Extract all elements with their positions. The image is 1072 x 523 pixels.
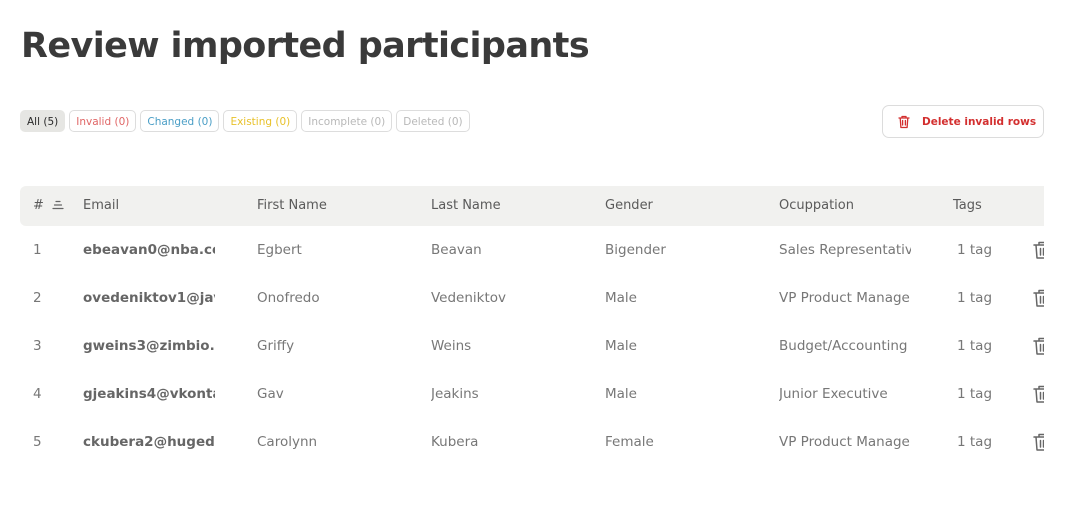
row-tags[interactable]: 1 tag (957, 274, 1017, 322)
table-row: 1 ebeavan0@nba.com Egbert Beavan Bigende… (20, 226, 1044, 274)
filter-invalid[interactable]: Invalid (0) (69, 110, 137, 132)
table-row: 5 ckubera2@hugedom Carolynn Kubera Femal… (20, 418, 1044, 466)
row-last-name[interactable]: Vedeniktov (431, 274, 571, 322)
row-occupation[interactable]: Junior Executive (779, 370, 911, 418)
column-header-number-label: # (33, 198, 44, 213)
row-last-name[interactable]: Beavan (431, 226, 571, 274)
row-number: 2 (33, 290, 42, 306)
row-occupation[interactable]: VP Product Managem (779, 274, 911, 322)
participants-table: # Email First Name Last Name Gender Ocup… (20, 186, 1044, 476)
row-occupation[interactable]: Sales Representative (779, 226, 911, 274)
trash-icon (898, 115, 910, 128)
column-header-last-name[interactable]: Last Name (431, 186, 571, 226)
row-number: 1 (33, 242, 42, 258)
row-tags[interactable]: 1 tag (957, 418, 1017, 466)
row-gender[interactable]: Male (605, 322, 745, 370)
column-header-tags[interactable]: Tags (953, 186, 1013, 226)
row-gender[interactable]: Male (605, 274, 745, 322)
row-tags[interactable]: 1 tag (957, 226, 1017, 274)
row-number: 5 (33, 434, 42, 450)
table-row: 3 gweins3@zimbio.co Griffy Weins Male Bu… (20, 322, 1044, 370)
delete-invalid-rows-button[interactable]: Delete invalid rows (882, 105, 1044, 138)
column-header-gender[interactable]: Gender (605, 186, 745, 226)
filter-bar: All (5) Invalid (0) Changed (0) Existing… (20, 110, 470, 132)
column-header-email[interactable]: Email (83, 186, 215, 226)
row-first-name[interactable]: Egbert (257, 226, 397, 274)
row-gender[interactable]: Male (605, 370, 745, 418)
row-tags[interactable]: 1 tag (957, 370, 1017, 418)
column-header-occupation[interactable]: Ocuppation (779, 186, 911, 226)
filter-all[interactable]: All (5) (20, 110, 66, 132)
delete-row-trash-icon[interactable] (1032, 240, 1044, 260)
row-email[interactable]: gjeakins4@vkontak (83, 370, 215, 418)
filter-incomplete[interactable]: Incomplete (0) (301, 110, 393, 132)
row-email[interactable]: gweins3@zimbio.co (83, 322, 215, 370)
table-header: # Email First Name Last Name Gender Ocup… (20, 186, 1044, 226)
row-gender[interactable]: Bigender (605, 226, 745, 274)
row-last-name[interactable]: Jeakins (431, 370, 571, 418)
row-occupation[interactable]: Budget/Accounting A (779, 322, 911, 370)
row-number: 3 (33, 338, 42, 354)
row-email[interactable]: ovedeniktov1@java. (83, 274, 215, 322)
sort-ascending-icon (52, 200, 64, 210)
row-last-name[interactable]: Kubera (431, 418, 571, 466)
page-title: Review imported participants (21, 26, 590, 66)
row-gender[interactable]: Female (605, 418, 745, 466)
filter-deleted[interactable]: Deleted (0) (396, 110, 470, 132)
row-first-name[interactable]: Onofredo (257, 274, 397, 322)
table-row: 4 gjeakins4@vkontak Gav Jeakins Male Jun… (20, 370, 1044, 418)
row-first-name[interactable]: Carolynn (257, 418, 397, 466)
column-header-first-name[interactable]: First Name (257, 186, 397, 226)
row-first-name[interactable]: Griffy (257, 322, 397, 370)
row-tags[interactable]: 1 tag (957, 322, 1017, 370)
delete-row-trash-icon[interactable] (1032, 288, 1044, 308)
delete-invalid-label: Delete invalid rows (922, 115, 1037, 128)
row-email[interactable]: ebeavan0@nba.com (83, 226, 215, 274)
row-occupation[interactable]: VP Product Managem (779, 418, 911, 466)
row-last-name[interactable]: Weins (431, 322, 571, 370)
column-header-number[interactable]: # (33, 186, 64, 226)
row-email[interactable]: ckubera2@hugedom (83, 418, 215, 466)
filter-existing[interactable]: Existing (0) (223, 110, 298, 132)
row-number: 4 (33, 386, 42, 402)
delete-row-trash-icon[interactable] (1032, 432, 1044, 452)
delete-row-trash-icon[interactable] (1032, 384, 1044, 404)
delete-row-trash-icon[interactable] (1032, 336, 1044, 356)
review-participants-page: Review imported participants All (5) Inv… (0, 0, 1072, 523)
filter-changed[interactable]: Changed (0) (140, 110, 220, 132)
table-row: 2 ovedeniktov1@java. Onofredo Vedeniktov… (20, 274, 1044, 322)
row-first-name[interactable]: Gav (257, 370, 397, 418)
